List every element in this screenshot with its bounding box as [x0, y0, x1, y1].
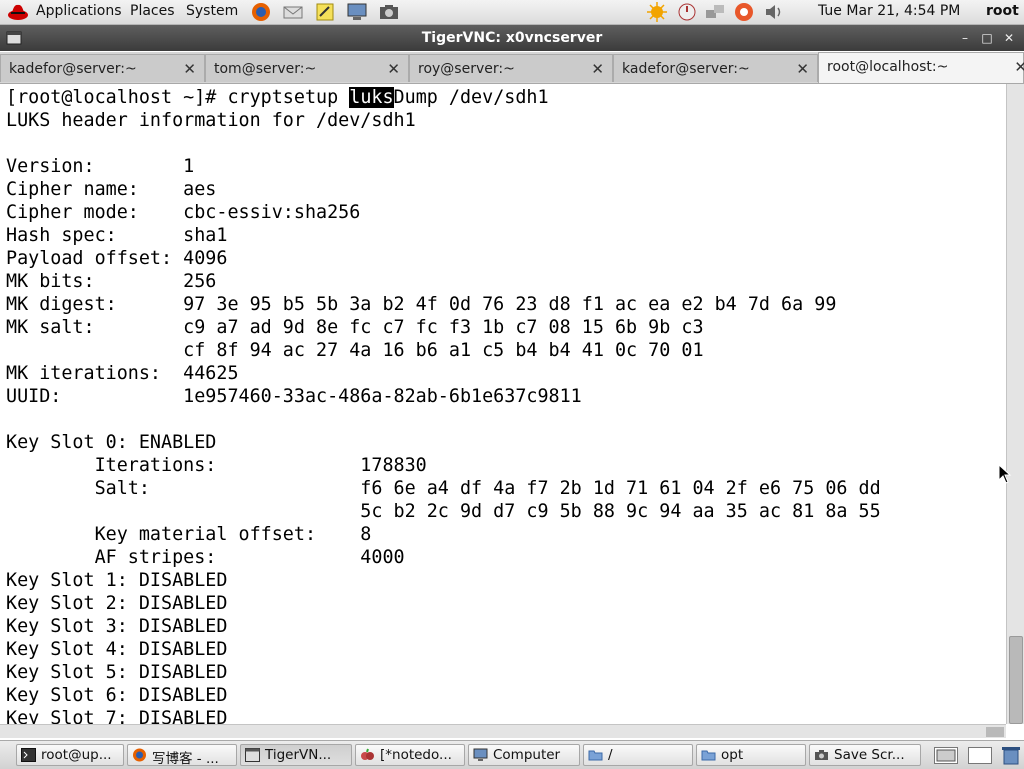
camera-icon[interactable]: [378, 2, 400, 22]
task-tigervnc[interactable]: TigerVN...: [240, 744, 352, 766]
scrollbar-thumb[interactable]: [986, 727, 1004, 737]
task-notes[interactable]: [*notedo...: [355, 744, 465, 766]
terminal-text: [root@localhost ~]# cryptsetup luksDump …: [6, 86, 881, 724]
tab-tom-server[interactable]: tom@server:~ ✕: [205, 54, 409, 82]
tab-kadefor-server-1[interactable]: kadefor@server:~ ✕: [0, 54, 205, 82]
gauge-icon[interactable]: [676, 2, 698, 22]
folder-icon: [701, 750, 716, 761]
selected-text: luks: [349, 87, 394, 108]
camera-icon: [815, 750, 828, 760]
top-panel: Applications Places System Tue Mar 21, 4…: [0, 0, 1024, 25]
menu-applications[interactable]: Applications: [36, 3, 122, 19]
tab-root-localhost[interactable]: root@localhost:~ ✕: [818, 52, 1024, 83]
window-title: TigerVNC: x0vncserver: [421, 30, 603, 46]
firefox-icon: [133, 748, 146, 762]
tab-close-icon[interactable]: ✕: [183, 60, 196, 78]
firefox-icon[interactable]: [250, 2, 272, 22]
tab-label: kadefor@server:~: [9, 61, 137, 77]
task-label: TigerVN...: [265, 747, 332, 763]
terminal-icon: [21, 748, 36, 762]
task-label: root@up...: [41, 747, 112, 763]
task-firefox[interactable]: 写博客 - ...: [127, 744, 237, 766]
notes-icon: [361, 748, 374, 760]
workspace-2-icon[interactable]: [968, 747, 992, 764]
mouse-pointer-icon: [998, 464, 1012, 484]
command-prompt: [root@localhost ~]# cryptsetup: [6, 87, 350, 108]
task-save-screenshot[interactable]: Save Scr...: [809, 744, 921, 766]
tab-label: root@localhost:~: [827, 59, 949, 75]
clock[interactable]: Tue Mar 21, 4:54 PM: [818, 3, 960, 19]
volume-icon[interactable]: [763, 2, 785, 22]
tab-close-icon[interactable]: ✕: [387, 60, 400, 78]
redhat-logo-icon[interactable]: [6, 2, 30, 22]
task-label: opt: [721, 747, 744, 763]
tab-kadefor-server-2[interactable]: kadefor@server:~ ✕: [613, 54, 818, 82]
mail-icon[interactable]: [282, 2, 304, 22]
close-button[interactable]: ✕: [1002, 31, 1016, 45]
update-icon[interactable]: [733, 2, 755, 22]
task-folder-root[interactable]: /: [583, 744, 693, 766]
tab-label: roy@server:~: [418, 61, 515, 77]
trash-icon[interactable]: [1000, 745, 1022, 765]
luksdump-output: LUKS header information for /dev/sdh1 Ve…: [6, 110, 881, 724]
task-folder-opt[interactable]: opt: [696, 744, 806, 766]
computer-icon: [473, 748, 488, 761]
horizontal-scrollbar[interactable]: [0, 724, 1006, 738]
task-label: [*notedo...: [380, 747, 452, 763]
task-label: Save Scr...: [834, 747, 905, 763]
minimize-button[interactable]: –: [958, 31, 972, 45]
task-root-terminal[interactable]: root@up...: [16, 744, 124, 766]
folder-icon: [588, 750, 603, 761]
scrollbar-thumb[interactable]: [1009, 636, 1023, 724]
task-label: Computer: [493, 747, 561, 763]
task-label: /: [608, 747, 613, 763]
tab-close-icon[interactable]: ✕: [1014, 58, 1024, 76]
workspace-1-icon[interactable]: [934, 747, 958, 764]
window-icon: [245, 748, 260, 762]
task-computer[interactable]: Computer: [468, 744, 580, 766]
maximize-button[interactable]: □: [980, 31, 994, 45]
vertical-scrollbar[interactable]: [1006, 84, 1024, 724]
terminal-output[interactable]: [root@localhost ~]# cryptsetup luksDump …: [0, 84, 1006, 724]
menu-system[interactable]: System: [186, 3, 238, 19]
terminal-tab-bar: kadefor@server:~ ✕ tom@server:~ ✕ roy@se…: [0, 52, 1024, 84]
user-name[interactable]: root: [986, 3, 1019, 19]
command-rest: Dump /dev/sdh1: [393, 87, 549, 108]
bottom-taskbar: root@up... 写博客 - ... TigerVN... [*notedo…: [0, 740, 1024, 769]
tab-close-icon[interactable]: ✕: [796, 60, 809, 78]
task-label: 写博客 - ...: [152, 751, 219, 766]
network-icon[interactable]: [704, 2, 726, 22]
computer-icon[interactable]: [346, 2, 368, 22]
window-titlebar[interactable]: TigerVNC: x0vncserver – □ ✕: [0, 25, 1024, 51]
menu-places[interactable]: Places: [130, 3, 175, 19]
tab-label: kadefor@server:~: [622, 61, 750, 77]
weather-sun-icon[interactable]: [646, 2, 668, 22]
tab-roy-server[interactable]: roy@server:~ ✕: [409, 54, 613, 82]
tab-close-icon[interactable]: ✕: [591, 60, 604, 78]
tab-label: tom@server:~: [214, 61, 317, 77]
notes-icon[interactable]: [314, 2, 336, 22]
